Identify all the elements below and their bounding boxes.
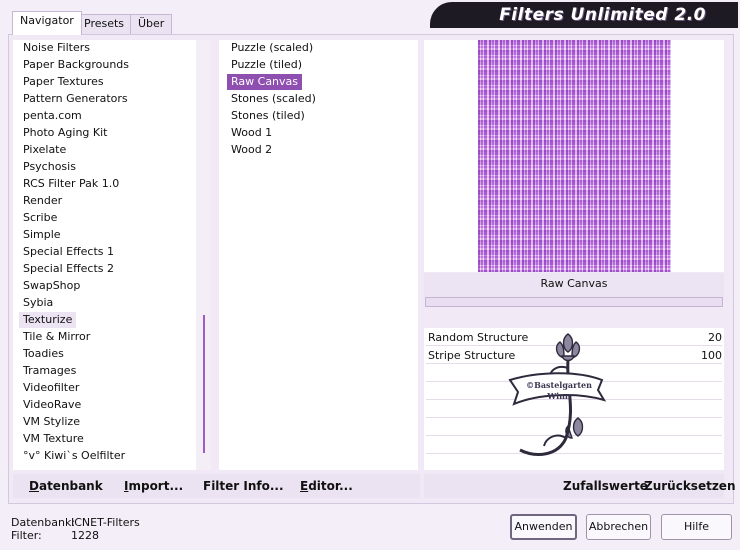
cancel-button[interactable]: Abbrechen xyxy=(586,514,651,540)
filter-count-label: Filter: xyxy=(11,529,42,542)
category-item[interactable]: Photo Aging Kit xyxy=(19,125,111,141)
watermark-line-2: Winn xyxy=(547,391,571,401)
tab-uber[interactable]: Über xyxy=(130,14,173,34)
category-item[interactable]: Videofilter xyxy=(19,380,83,396)
category-item[interactable]: Tile & Mirror xyxy=(19,329,94,345)
category-item[interactable]: Psychosis xyxy=(19,159,80,175)
param-label-random-structure: Random Structure xyxy=(428,331,529,344)
filter-item[interactable]: Wood 1 xyxy=(227,125,276,141)
category-item[interactable]: RCS Filter Pak 1.0 xyxy=(19,176,123,192)
category-scrollbar-thumb[interactable] xyxy=(203,315,205,453)
filter-item[interactable]: Stones (tiled) xyxy=(227,108,309,124)
category-item[interactable]: VM Stylize xyxy=(19,414,84,430)
filter-info-button[interactable]: Filter Info... xyxy=(203,479,284,493)
filter-count-value: 1228 xyxy=(71,529,99,542)
watermark-text: ©Bastelgarten Winn xyxy=(514,380,604,402)
category-item[interactable]: Special Effects 2 xyxy=(19,261,118,277)
database-value: ICNET-Filters xyxy=(71,516,140,529)
filter-item[interactable]: Stones (scaled) xyxy=(227,91,320,107)
filter-list[interactable]: Puzzle (scaled) Puzzle (tiled) Raw Canva… xyxy=(219,40,418,470)
category-item[interactable]: Render xyxy=(19,193,66,209)
preview-image[interactable] xyxy=(478,40,671,272)
title-banner: Filters Unlimited 2.0 xyxy=(430,2,738,28)
watermark-line-1: ©Bastelgarten xyxy=(526,380,592,390)
param-value-stripe-structure[interactable]: 100 xyxy=(701,349,722,362)
category-item[interactable]: SwapShop xyxy=(19,278,84,294)
category-item[interactable]: Tramages xyxy=(19,363,80,379)
category-list[interactable]: Noise Filters Paper Backgrounds Paper Te… xyxy=(13,40,211,470)
filter-item[interactable]: Puzzle (tiled) xyxy=(227,57,306,73)
preview-label: Raw Canvas xyxy=(540,277,608,290)
category-item[interactable]: Sybia xyxy=(19,295,57,311)
app-title: Filters Unlimited 2.0 xyxy=(499,5,706,25)
tab-navigator[interactable]: Navigator xyxy=(12,11,82,35)
filter-item-selected[interactable]: Raw Canvas xyxy=(227,74,303,90)
category-item[interactable]: Special Effects 1 xyxy=(19,244,118,260)
database-label: Datenbank: xyxy=(11,516,76,529)
database-button[interactable]: Datenbank xyxy=(29,479,103,493)
param-label-stripe-structure: Stripe Structure xyxy=(428,349,516,362)
editor-button[interactable]: Editor... xyxy=(300,479,353,493)
tab-presets[interactable]: Presets xyxy=(76,14,133,34)
category-item[interactable]: Simple xyxy=(19,227,65,243)
category-item[interactable]: Toadies xyxy=(19,346,68,362)
category-item[interactable]: °v° Kiwi`s Oelfilter xyxy=(19,448,129,464)
category-item[interactable]: Pixelate xyxy=(19,142,70,158)
random-values-button[interactable]: Zufallswerte xyxy=(563,479,648,493)
filter-item[interactable]: Puzzle (scaled) xyxy=(227,40,317,56)
category-item[interactable]: Paper Backgrounds xyxy=(19,57,133,73)
category-item[interactable]: Noise Filters xyxy=(19,40,94,56)
help-button[interactable]: Hilfe xyxy=(661,514,732,540)
apply-button[interactable]: Anwenden xyxy=(510,514,577,540)
progress-bar xyxy=(425,297,723,307)
category-item[interactable]: VM Texture xyxy=(19,431,88,447)
category-item[interactable]: Pattern Generators xyxy=(19,91,132,107)
reset-button[interactable]: Zurücksetzen xyxy=(644,479,735,493)
import-button[interactable]: Import... xyxy=(124,479,183,493)
category-item-selected[interactable]: Texturize xyxy=(19,312,77,328)
category-item[interactable]: VideoRave xyxy=(19,397,85,413)
category-item[interactable]: Paper Textures xyxy=(19,74,108,90)
category-item[interactable]: penta.com xyxy=(19,108,86,124)
filter-item[interactable]: Wood 2 xyxy=(227,142,276,158)
category-item[interactable]: Scribe xyxy=(19,210,61,226)
param-value-random-structure[interactable]: 20 xyxy=(708,331,722,344)
